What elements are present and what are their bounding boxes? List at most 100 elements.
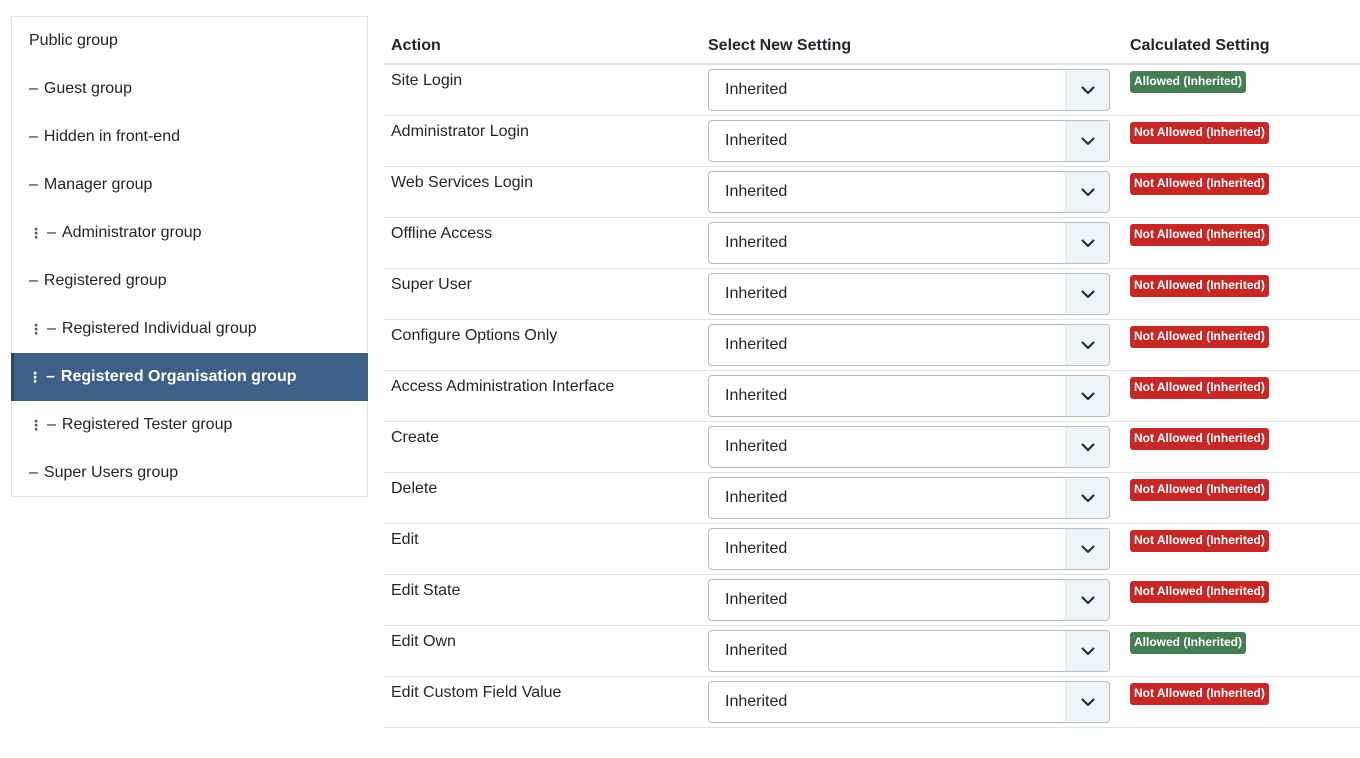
status-badge: Not Allowed (Inherited)	[1130, 479, 1269, 501]
header-calculated-setting: Calculated Setting	[1130, 36, 1270, 54]
group-label: Hidden in front-end	[43, 128, 180, 145]
group-level-dash: –	[29, 128, 38, 145]
setting-select[interactable]: Inherited	[708, 375, 1110, 417]
group-label: Administrator group	[61, 224, 202, 241]
setting-select[interactable]: Inherited	[708, 69, 1110, 111]
status-badge: Not Allowed (Inherited)	[1130, 530, 1269, 552]
header-action: Action	[391, 36, 441, 54]
setting-select-value: Inherited	[725, 183, 788, 200]
group-level-dash: –	[46, 368, 55, 385]
select-cell: Inherited	[700, 524, 1122, 574]
action-label: Access Administration Interface	[391, 378, 615, 395]
setting-select[interactable]: Inherited	[708, 171, 1110, 213]
chevron-down-icon[interactable]	[1065, 427, 1109, 467]
chevron-down-icon[interactable]	[1065, 478, 1109, 518]
setting-select[interactable]: Inherited	[708, 273, 1110, 315]
setting-select-value: Inherited	[725, 489, 788, 506]
chevron-down-icon[interactable]	[1065, 121, 1109, 161]
status-badge: Not Allowed (Inherited)	[1130, 122, 1269, 144]
select-cell: Inherited	[700, 626, 1122, 676]
setting-select[interactable]: Inherited	[708, 426, 1110, 468]
calculated-cell: Allowed (Inherited)	[1122, 626, 1360, 676]
setting-select-value: Inherited	[725, 540, 788, 557]
drag-handle-icon[interactable]: ⋮	[28, 369, 46, 386]
action-label: Super User	[391, 276, 472, 293]
status-badge: Not Allowed (Inherited)	[1130, 326, 1269, 348]
setting-select[interactable]: Inherited	[708, 681, 1110, 723]
group-item[interactable]: – Guest group	[12, 65, 367, 113]
select-cell: Inherited	[700, 320, 1122, 370]
group-item[interactable]: ⋮ – Administrator group	[12, 209, 367, 257]
chevron-down-icon[interactable]	[1065, 580, 1109, 620]
chevron-down-icon[interactable]	[1065, 70, 1109, 110]
chevron-down-icon[interactable]	[1065, 172, 1109, 212]
chevron-down-icon[interactable]	[1065, 682, 1109, 722]
header-select-new-setting: Select New Setting	[708, 36, 852, 54]
group-item[interactable]: – Manager group	[12, 161, 367, 209]
group-item[interactable]: Public group	[12, 17, 367, 65]
group-item[interactable]: ⋮ – Registered Individual group	[12, 305, 367, 353]
action-label: Web Services Login	[391, 174, 533, 191]
chevron-down-icon[interactable]	[1065, 376, 1109, 416]
setting-select[interactable]: Inherited	[708, 222, 1110, 264]
select-cell: Inherited	[700, 575, 1122, 625]
select-cell: Inherited	[700, 269, 1122, 319]
status-badge: Allowed (Inherited)	[1130, 632, 1246, 654]
status-badge: Not Allowed (Inherited)	[1130, 173, 1269, 195]
setting-select[interactable]: Inherited	[708, 579, 1110, 621]
calculated-cell: Not Allowed (Inherited)	[1122, 524, 1360, 574]
calculated-cell: Not Allowed (Inherited)	[1122, 218, 1360, 268]
action-label: Site Login	[391, 72, 463, 89]
group-item[interactable]: ⋮ – Registered Tester group	[12, 401, 367, 449]
calculated-cell: Not Allowed (Inherited)	[1122, 167, 1360, 217]
drag-handle-icon[interactable]: ⋮	[29, 225, 47, 242]
setting-select-value: Inherited	[725, 693, 788, 710]
setting-select-value: Inherited	[725, 81, 788, 98]
drag-handle-icon[interactable]: ⋮	[29, 417, 47, 434]
calculated-cell: Not Allowed (Inherited)	[1122, 422, 1360, 472]
drag-handle-icon[interactable]: ⋮	[29, 321, 47, 338]
group-level-dash: –	[29, 176, 38, 193]
setting-select[interactable]: Inherited	[708, 120, 1110, 162]
action-label: Edit Custom Field Value	[391, 684, 562, 701]
chevron-down-icon[interactable]	[1065, 325, 1109, 365]
group-level-dash: –	[29, 80, 38, 97]
group-level-dash: –	[29, 464, 38, 481]
table-row: Administrator Login Inherited Not Allowed …	[383, 116, 1360, 167]
action-label: Edit Own	[391, 633, 456, 650]
status-badge: Not Allowed (Inherited)	[1130, 377, 1269, 399]
group-item[interactable]: – Super Users group	[12, 449, 367, 497]
select-cell: Inherited	[700, 116, 1122, 166]
group-label: Registered Tester group	[61, 416, 233, 433]
select-cell: Inherited	[700, 371, 1122, 421]
group-item[interactable]: – Registered group	[12, 257, 367, 305]
table-row: Delete Inherited Not Allowed (Inherited)	[383, 473, 1360, 524]
setting-select-value: Inherited	[725, 642, 788, 659]
table-row: Web Services Login Inherited Not Allowed (…	[383, 167, 1360, 218]
group-label: Registered Organisation group	[60, 368, 297, 385]
chevron-down-icon[interactable]	[1065, 223, 1109, 263]
setting-select-value: Inherited	[725, 285, 788, 302]
setting-select[interactable]: Inherited	[708, 528, 1110, 570]
calculated-cell: Not Allowed (Inherited)	[1122, 371, 1360, 421]
action-label: Configure Options Only	[391, 327, 558, 344]
chevron-down-icon[interactable]	[1065, 274, 1109, 314]
table-row: Edit Own Inherited Allowed (Inherited)	[383, 626, 1360, 677]
chevron-down-icon[interactable]	[1065, 631, 1109, 671]
action-label: Delete	[391, 480, 438, 497]
setting-select[interactable]: Inherited	[708, 477, 1110, 519]
group-label: Guest group	[43, 80, 132, 97]
group-item[interactable]: ⋮ – Registered Organisation group	[11, 353, 368, 401]
table-row: Configure Options Only Inherited Not Allow…	[383, 320, 1360, 371]
setting-select[interactable]: Inherited	[708, 630, 1110, 672]
select-cell: Inherited	[700, 677, 1122, 727]
calculated-cell: Allowed (Inherited)	[1122, 65, 1360, 115]
calculated-cell: Not Allowed (Inherited)	[1122, 677, 1360, 727]
setting-select-value: Inherited	[725, 387, 788, 404]
chevron-down-icon[interactable]	[1065, 529, 1109, 569]
calculated-cell: Not Allowed (Inherited)	[1122, 269, 1360, 319]
group-item[interactable]: – Hidden in front-end	[12, 113, 367, 161]
setting-select[interactable]: Inherited	[708, 324, 1110, 366]
action-label: Offline Access	[391, 225, 493, 242]
status-badge: Not Allowed (Inherited)	[1130, 428, 1269, 450]
